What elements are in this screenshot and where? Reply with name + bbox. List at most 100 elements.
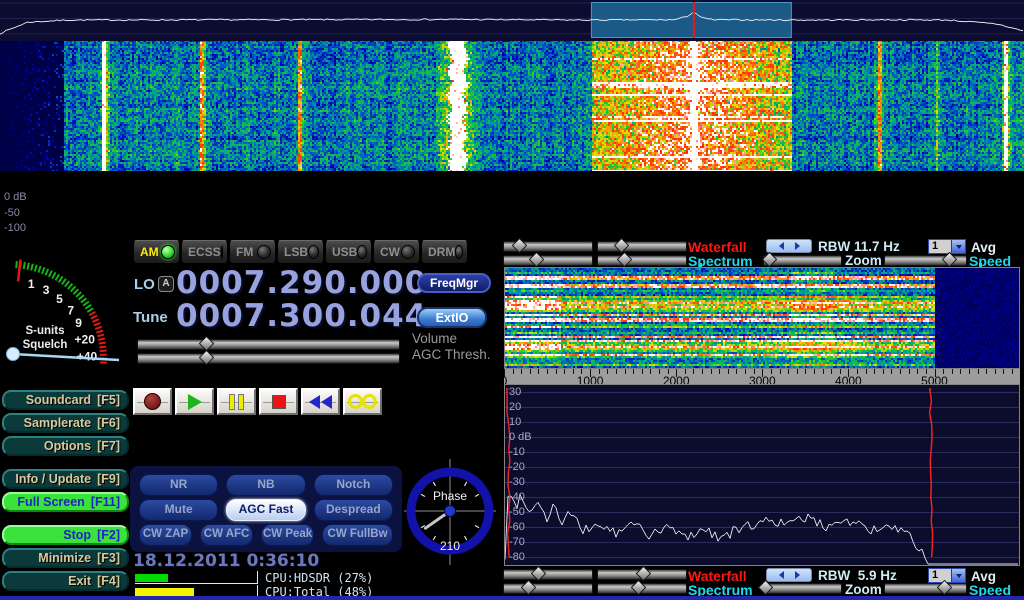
audio-db-label: -40 <box>509 491 525 503</box>
mode-led-icon <box>455 245 463 259</box>
extio-button[interactable]: ExtIO <box>417 307 487 328</box>
hdsdr-window: 7270727572807285729072957300730573107315… <box>0 0 1024 600</box>
scale-tick <box>797 369 798 374</box>
volume-slider[interactable] <box>137 339 400 350</box>
rewind-button[interactable] <box>301 388 340 415</box>
scale-tick <box>728 369 729 374</box>
waterfall-shift-spinner-top[interactable] <box>766 239 812 253</box>
squelch-slider-thumb[interactable] <box>7 348 20 361</box>
chevron-down-icon[interactable] <box>951 569 965 582</box>
stop-button[interactable]: Stop[F2] <box>2 525 129 545</box>
info-update-button[interactable]: Info / Update[F9] <box>2 469 129 489</box>
agc-fast-button[interactable]: AGC Fast <box>226 499 305 521</box>
mode-button-am[interactable]: AM <box>133 240 180 264</box>
mode-button-cw[interactable]: CW <box>373 240 420 264</box>
spin-right-icon[interactable] <box>795 571 800 579</box>
mode-button-usb[interactable]: USB <box>325 240 372 264</box>
mute-button[interactable]: Mute <box>139 499 218 521</box>
lo-frequency-display[interactable]: 0007.290.000 <box>176 268 427 299</box>
audio-spectrum[interactable] <box>505 385 1019 565</box>
button-label: Exit <box>68 574 91 588</box>
spin-right-icon[interactable] <box>795 242 800 250</box>
mode-button-lsb[interactable]: LSB <box>277 240 324 264</box>
spectrum-lower-slider-top-thumb[interactable] <box>617 252 633 268</box>
zoom-slider-top-thumb[interactable] <box>762 252 778 268</box>
audio-waterfall[interactable] <box>505 268 1019 368</box>
speed-slider-top-thumb[interactable] <box>942 252 958 268</box>
spectrum-upper-slider-bottom[interactable] <box>503 583 593 594</box>
play-button[interactable] <box>175 388 214 415</box>
audio-db-label: -30 <box>509 476 525 488</box>
full-screen-button[interactable]: Full Screen[F11] <box>2 492 129 512</box>
cw-zap-button[interactable]: CW ZAP <box>139 524 192 546</box>
waterfall-brightness-slider-top[interactable] <box>597 241 687 252</box>
cw-peak-button[interactable]: CW Peak <box>261 524 314 546</box>
spin-left-icon[interactable] <box>779 242 784 250</box>
despread-button[interactable]: Despread <box>314 499 393 521</box>
audio-db-label: -10 <box>509 446 525 458</box>
avg-dropdown-top[interactable]: 1 <box>928 239 966 254</box>
samplerate-button[interactable]: Samplerate[F6] <box>2 413 129 433</box>
spectrum-upper-slider-top[interactable] <box>503 255 593 266</box>
spin-left-icon[interactable] <box>779 571 784 579</box>
spectrum-lower-slider-bottom-thumb[interactable] <box>630 580 646 596</box>
scale-tick <box>538 369 539 374</box>
cw-fullbw-button[interactable]: CW FullBw <box>322 524 393 546</box>
button-hotkey: [F6] <box>97 416 120 430</box>
agc-thresh-label: AGC Thresh. <box>412 347 491 362</box>
phase-label: Phase <box>433 489 467 503</box>
s-meter-scale-number: 3 <box>43 283 50 297</box>
waterfall-brightness-slider-bottom[interactable] <box>597 569 687 580</box>
button-label: Info / Update <box>15 472 91 486</box>
speed-slider-bottom[interactable] <box>884 583 967 594</box>
mode-button-row: AMECSSFMLSBUSB CW DRM <box>133 240 468 264</box>
spectrum-upper-slider-bottom-thumb[interactable] <box>520 580 536 596</box>
scale-tick <box>969 369 970 374</box>
scale-tick <box>805 369 806 374</box>
spectrum-upper-slider-top-thumb[interactable] <box>528 252 544 268</box>
stop-button[interactable] <box>259 388 298 415</box>
waterfall-shift-spinner-bottom[interactable] <box>766 568 812 582</box>
mode-button-fm[interactable]: FM <box>229 240 276 264</box>
zoom-slider-bottom[interactable] <box>763 583 842 594</box>
dsp-row: Mute AGC Fast Despread <box>139 499 393 521</box>
waterfall-contrast-slider-bottom-thumb[interactable] <box>531 566 547 582</box>
agc-thresh-slider[interactable] <box>137 353 400 364</box>
options-button[interactable]: Options[F7] <box>2 436 129 456</box>
cw-afc-button[interactable]: CW AFC <box>200 524 253 546</box>
notch-button[interactable]: Notch <box>314 474 393 496</box>
pause-button[interactable] <box>217 388 256 415</box>
soundcard-button[interactable]: Soundcard[F5] <box>2 390 129 410</box>
mode-button-ecss[interactable]: ECSS <box>181 240 228 264</box>
speed-slider-bottom-thumb[interactable] <box>937 580 953 596</box>
waterfall-contrast-slider-bottom[interactable] <box>503 569 593 580</box>
record-button[interactable] <box>133 388 172 415</box>
tune-frequency-display[interactable]: 0007.300.044 <box>176 301 427 332</box>
minimize-button[interactable]: Minimize[F3] <box>2 548 129 568</box>
zoom-slider-top[interactable] <box>763 255 842 266</box>
speed-slider-top[interactable] <box>884 255 967 266</box>
nr-button[interactable]: NR <box>139 474 218 496</box>
waterfall-brightness-slider-top-thumb[interactable] <box>614 238 630 254</box>
waterfall-contrast-slider-top-thumb[interactable] <box>512 238 528 254</box>
mode-label: CW <box>380 245 401 259</box>
avg-dropdown-bottom[interactable]: 1 <box>928 568 966 583</box>
spectrum-lower-slider-bottom[interactable] <box>597 583 687 594</box>
scale-tick <box>900 369 901 374</box>
freqmgr-button[interactable]: FreqMgr <box>417 273 491 293</box>
waterfall-contrast-slider-top[interactable] <box>503 241 593 252</box>
exit-button[interactable]: Exit[F4] <box>2 571 129 591</box>
loop-button[interactable] <box>343 388 382 415</box>
zoom-slider-bottom-thumb[interactable] <box>757 580 773 596</box>
lo-auto-badge[interactable]: A <box>158 276 174 292</box>
nb-button[interactable]: NB <box>226 474 305 496</box>
phase-value: 210 <box>440 539 460 553</box>
spectrum-lower-slider-top[interactable] <box>597 255 687 266</box>
button-label: Full Screen <box>17 495 84 509</box>
phase-dial[interactable]: Phase 210 <box>404 459 496 565</box>
mode-button-drm[interactable]: DRM <box>421 240 468 264</box>
audio-frequency-scale[interactable]: 010002000300040005000 <box>504 369 1020 386</box>
agc-thresh-slider-thumb[interactable] <box>199 350 215 366</box>
chevron-down-icon[interactable] <box>951 240 965 253</box>
overview-spectrum[interactable] <box>0 0 1024 41</box>
